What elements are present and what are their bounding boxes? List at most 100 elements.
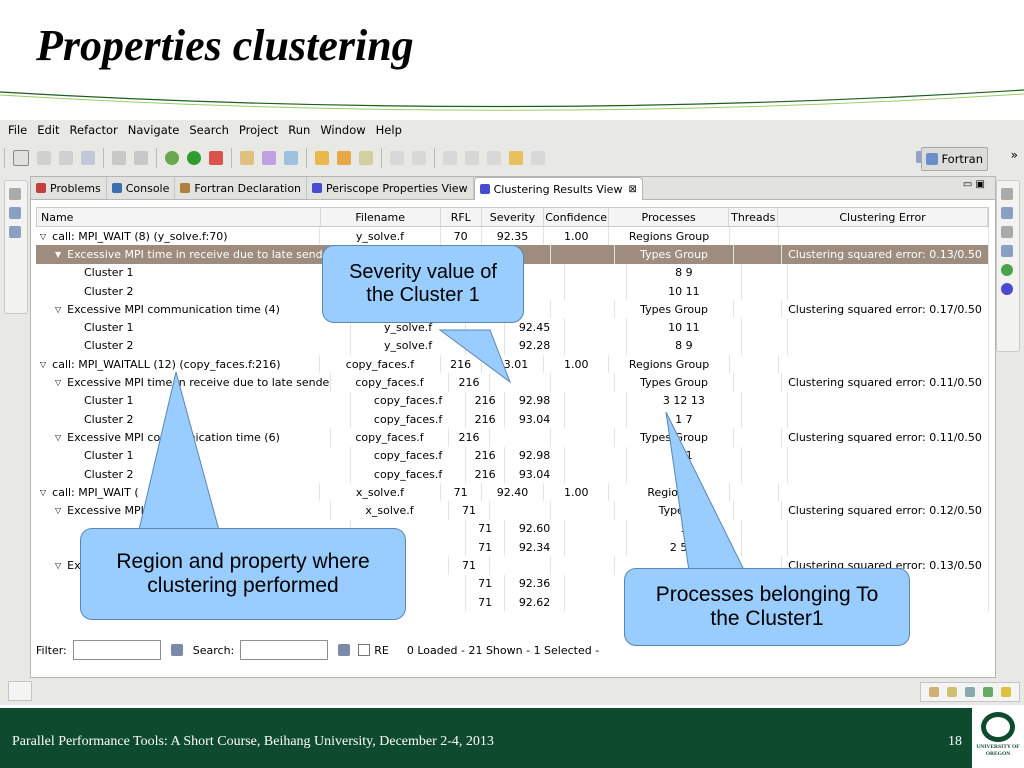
open-type-icon[interactable]: [240, 151, 254, 165]
last-edit-icon[interactable]: [487, 151, 501, 165]
folder-open-icon[interactable]: [337, 151, 351, 165]
search-input[interactable]: [240, 640, 329, 660]
column-header-rfl[interactable]: RFL: [441, 208, 482, 226]
mark-icon[interactable]: [412, 151, 426, 165]
open-resource-icon[interactable]: [262, 151, 276, 165]
tray-icon-3[interactable]: [965, 687, 975, 697]
next-annotation-icon[interactable]: [443, 151, 457, 165]
tasks-icon[interactable]: [1001, 207, 1013, 219]
new-icon[interactable]: [13, 150, 29, 166]
expand-toggle-icon[interactable]: ▽: [55, 506, 61, 515]
menu-navigate[interactable]: Navigate: [128, 123, 180, 137]
clear-search-icon[interactable]: [338, 644, 351, 656]
menu-search[interactable]: Search: [189, 123, 229, 137]
menu-project[interactable]: Project: [239, 123, 278, 137]
restore-icon[interactable]: [9, 188, 21, 200]
build-icon[interactable]: [81, 151, 95, 165]
status-green-icon[interactable]: [1001, 264, 1013, 276]
column-header-clustering-error[interactable]: Clustering Error: [778, 208, 988, 226]
tray-icon-2[interactable]: [947, 687, 957, 697]
expand-toggle-icon[interactable]: ▽: [55, 378, 61, 387]
tray-icon-1[interactable]: [929, 687, 939, 697]
processes-callout-text: Processes belonging To the Cluster1: [655, 583, 879, 630]
print-icon[interactable]: [59, 151, 73, 165]
hierarchy-icon[interactable]: [1001, 245, 1013, 257]
project-explorer-icon[interactable]: [9, 207, 21, 219]
console-icon: [111, 183, 122, 193]
table-row[interactable]: ▽ call: MPI_WAIT (x_solve.f 71 92.40 1.00 Reg…: [36, 483, 989, 502]
more-perspectives-icon[interactable]: »: [1011, 148, 1018, 162]
menu-file[interactable]: File: [8, 123, 27, 137]
tray-icon-5[interactable]: [1001, 687, 1011, 697]
fast-view-icon[interactable]: [8, 681, 32, 701]
expand-toggle-icon[interactable]: ▽: [40, 488, 46, 497]
table-row[interactable]: ▽ Excessive MPI x_solve.f 71 Types Clustering…: [36, 501, 989, 520]
folder-icon[interactable]: [315, 151, 329, 165]
tools-icon[interactable]: [112, 151, 126, 165]
status-bar: [0, 678, 1024, 704]
perspective-fortran-button[interactable]: Fortran: [921, 147, 988, 171]
restore-right-icon[interactable]: [1001, 188, 1013, 200]
tray-icon-4[interactable]: [983, 687, 993, 697]
menu-refactor[interactable]: Refactor: [70, 123, 118, 137]
minimize-maximize-icons[interactable]: ▭ ▣: [963, 179, 985, 190]
tools2-icon[interactable]: [134, 151, 148, 165]
table-row[interactable]: ▽ call: MPI_WAITALL (12) (copy_faces.f:21…: [36, 355, 989, 374]
tab-periscope-properties-view[interactable]: Periscope Properties View: [307, 177, 474, 199]
cell-sev: 92.28: [505, 336, 566, 356]
filter-input[interactable]: [72, 640, 161, 660]
tab-fortran-declaration[interactable]: Fortran Declaration: [175, 177, 308, 199]
expand-toggle-icon[interactable]: ▽: [55, 433, 61, 442]
column-header-name[interactable]: Name: [37, 208, 321, 226]
table-row[interactable]: Cluster 2 y_solve.f 70 92.28 8 9: [36, 336, 990, 356]
outline-icon[interactable]: [9, 226, 21, 238]
periscope-right-icon[interactable]: [1001, 283, 1013, 295]
column-header-processes[interactable]: Processes: [609, 208, 730, 226]
cell-thr: [742, 336, 789, 356]
expand-toggle-icon[interactable]: ▽: [40, 360, 46, 369]
menu-edit[interactable]: Edit: [37, 123, 59, 137]
external-tools-icon[interactable]: [209, 151, 223, 165]
tab-clustering-results-view[interactable]: Clustering Results View ⊠: [473, 177, 643, 200]
expand-toggle-icon[interactable]: ▽: [40, 232, 46, 241]
menu-window[interactable]: Window: [320, 123, 365, 137]
cell-rfl: 70: [466, 336, 506, 356]
toggle-icon[interactable]: [390, 151, 404, 165]
tab-problems[interactable]: Problems: [31, 177, 107, 199]
column-header-severity[interactable]: Severity: [482, 208, 545, 226]
table-row[interactable]: Cluster 2 copy_faces.f 216 93.04 1: [36, 464, 990, 484]
cell-err: [788, 281, 990, 301]
menu-run[interactable]: Run: [288, 123, 310, 137]
clear-filter-icon[interactable]: [170, 644, 183, 656]
table-row[interactable]: ▽ Excessive MPI communication time (6) cop…: [36, 428, 989, 447]
prev-annotation-icon[interactable]: [465, 151, 479, 165]
pen-icon[interactable]: [359, 151, 373, 165]
regex-checkbox[interactable]: [358, 644, 371, 656]
expand-toggle-icon[interactable]: ▼: [55, 250, 61, 259]
run-icon[interactable]: [187, 151, 201, 165]
close-tab-icon[interactable]: ⊠: [628, 184, 636, 195]
table-row[interactable]: ▽ Excessive MPI time in receive due to la…: [36, 373, 989, 392]
restore-right2-icon[interactable]: [1001, 226, 1013, 238]
back-icon[interactable]: [509, 151, 523, 165]
table-row[interactable]: Cluster 1 copy_faces.f 216 92.98 3 12 13: [36, 391, 990, 410]
table-status-text: 0 Loaded - 21 Shown - 1 Selected -: [406, 643, 600, 657]
menu-help[interactable]: Help: [376, 123, 402, 137]
column-header-threads[interactable]: Threads: [729, 208, 779, 226]
forward-icon[interactable]: [531, 151, 545, 165]
save-icon[interactable]: [37, 151, 51, 165]
column-header-confidence[interactable]: Confidence: [544, 208, 609, 226]
tab-label: Clustering Results View: [493, 182, 623, 196]
column-header-filename[interactable]: Filename: [321, 208, 441, 226]
expand-toggle-icon[interactable]: ▽: [55, 561, 61, 570]
table-row[interactable]: Cluster 2 copy_faces.f 216 93.04 1 7: [36, 409, 990, 429]
cell-conf: [565, 281, 627, 301]
cell-sev: [490, 428, 552, 447]
debug-icon[interactable]: [165, 151, 179, 165]
open-task-icon[interactable]: [284, 151, 298, 165]
tab-console[interactable]: Console: [107, 177, 176, 199]
cell-name: ▽ Excessive MPI time in receive due to la…: [36, 373, 331, 392]
table-row[interactable]: Cluster 1 copy_faces.f 216 92.98 3 1: [36, 446, 990, 465]
expand-toggle-icon[interactable]: ▽: [55, 305, 61, 314]
table-row[interactable]: ▽ call: MPI_WAIT (8) (y_solve.f:70) y_solv…: [36, 227, 989, 246]
